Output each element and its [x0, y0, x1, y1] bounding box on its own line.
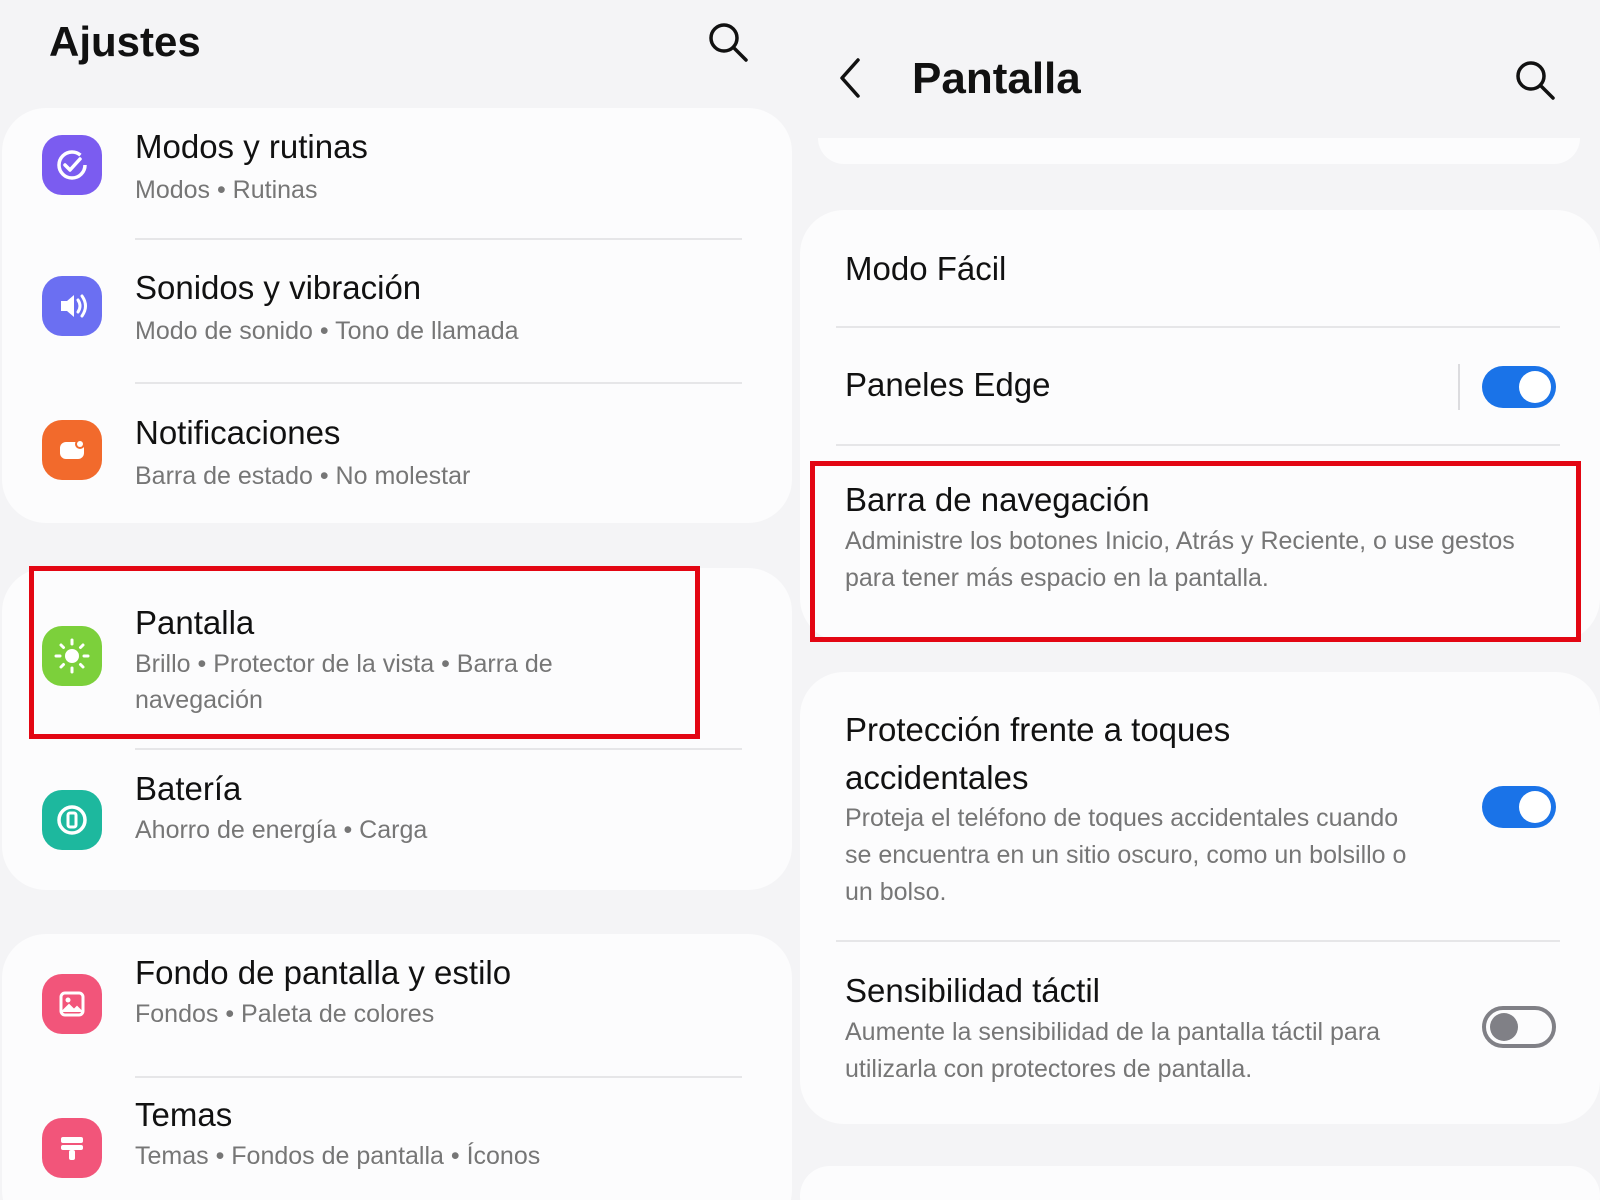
settings-item-title: Sonidos y vibración [135, 269, 422, 306]
settings-item-wallpaper[interactable]: Fondo de pantalla y estilo Fondos • Pale… [2, 934, 792, 1074]
highlight-box-navigation-bar [810, 461, 1581, 642]
settings-item-modes[interactable]: Modos y rutinas Modos • Rutinas [2, 108, 792, 246]
settings-panel: Ajustes Modos y rutinas Modos • Rutinas … [0, 0, 792, 1200]
setting-title: Protección frente a toques accidentales [845, 711, 1231, 796]
edge-panels-toggle[interactable] [1482, 366, 1556, 408]
settings-item-subtitle: Fondos • Paleta de colores [135, 1000, 435, 1028]
divider [135, 382, 742, 384]
settings-item-subtitle: Ahorro de energía • Carga [135, 816, 428, 844]
search-button[interactable] [706, 20, 750, 64]
card-edge [818, 138, 1580, 164]
battery-icon [42, 790, 102, 850]
settings-item-title: Temas [135, 1096, 233, 1133]
settings-item-battery[interactable]: Batería Ahorro de energía • Carga [2, 750, 792, 890]
settings-item-title: Fondo de pantalla y estilo [135, 954, 512, 991]
settings-item-subtitle: Temas • Fondos de pantalla • Íconos [135, 1142, 541, 1170]
accidental-touch-toggle[interactable] [1482, 786, 1556, 828]
settings-item-subtitle: Modo de sonido • Tono de llamada [135, 317, 519, 345]
setting-title: Sensibilidad táctil [845, 972, 1100, 1009]
display-settings-group-2: Protección frente a toques accidentales … [800, 672, 1600, 1124]
back-button[interactable] [830, 56, 874, 100]
settings-item-subtitle: Barra de estado • No molestar [135, 462, 471, 490]
settings-item-themes[interactable]: Temas Temas • Fondos de pantalla • Ícono… [2, 1078, 792, 1200]
settings-item-title: Batería [135, 770, 242, 807]
setting-title: Paneles Edge [845, 366, 1051, 403]
settings-group-3: Fondo de pantalla y estilo Fondos • Pale… [2, 934, 792, 1200]
search-icon [709, 23, 748, 62]
toggle-knob [1490, 1013, 1518, 1041]
setting-accidental-touch[interactable]: Protección frente a toques accidentales … [800, 672, 1600, 940]
divider [1458, 364, 1460, 410]
settings-group-1: Modos y rutinas Modos • Rutinas Sonidos … [2, 108, 792, 523]
check-circle-icon [42, 135, 102, 195]
page-title: Ajustes [49, 18, 201, 65]
speaker-icon [42, 276, 102, 336]
setting-title: Modo Fácil [845, 250, 1007, 287]
page-title: Pantalla [912, 54, 1081, 103]
search-icon [1516, 61, 1555, 100]
settings-group-next [800, 1166, 1600, 1200]
toggle-knob [1519, 371, 1551, 403]
highlight-box-display [29, 566, 700, 739]
setting-touch-sensitivity[interactable]: Sensibilidad táctil Aumente la sensibili… [800, 942, 1600, 1124]
setting-easy-mode[interactable]: Modo Fácil [800, 210, 1600, 328]
settings-item-title: Modos y rutinas [135, 128, 368, 165]
display-panel: Pantalla Modo Fácil Paneles Edge Barra d… [800, 0, 1600, 1200]
settings-item-title: Notificaciones [135, 414, 341, 451]
search-button[interactable] [1513, 58, 1557, 102]
setting-description: Aumente la sensibilidad de la pantalla t… [845, 1018, 1381, 1083]
setting-description: Proteja el teléfono de toques accidental… [845, 804, 1407, 906]
image-icon [42, 974, 102, 1034]
notification-icon [42, 420, 102, 480]
divider [135, 238, 742, 240]
touch-sensitivity-toggle[interactable] [1482, 1006, 1556, 1048]
settings-item-notifications[interactable]: Notificaciones Barra de estado • No mole… [2, 390, 792, 523]
brush-icon [42, 1118, 102, 1178]
settings-item-subtitle: Modos • Rutinas [135, 176, 318, 204]
toggle-knob [1519, 791, 1551, 823]
settings-item-sounds[interactable]: Sonidos y vibración Modo de sonido • Ton… [2, 246, 792, 390]
setting-edge-panels[interactable]: Paneles Edge [800, 328, 1600, 446]
chevron-left-icon [840, 58, 860, 98]
